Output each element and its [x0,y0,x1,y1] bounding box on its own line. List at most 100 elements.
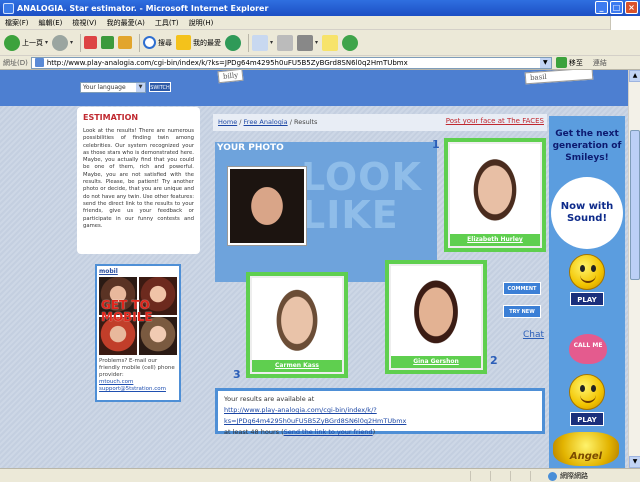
results-line-3: at least 48 hours (Send the link to your… [224,427,536,438]
play-button-2[interactable]: PLAY [570,412,604,426]
favorites-label: 我的最愛 [193,38,222,47]
web-page: billy basil Your language ▼ SWITCH ESTIM… [0,70,628,468]
address-url: http://www.play-analogia.com/cgi-bin/ind… [46,58,408,67]
ie-icon [3,2,14,14]
results-box: Your results are available at http://www… [215,388,545,436]
status-cell [490,471,510,481]
home-button[interactable] [118,32,133,54]
search-icon [143,36,157,49]
menu-edit[interactable]: 編輯(E) [34,18,68,28]
results-url-link[interactable]: http://www.play-analogia.com/cgi-bin/ind… [224,406,406,425]
toolbar-separator [80,33,82,52]
support-email-link[interactable]: support@5tstration.com [99,386,166,392]
chevron-down-icon: ▾ [315,39,319,46]
switch-button[interactable]: SWITCH [149,82,171,92]
home-icon [118,36,133,49]
try-new-button[interactable]: TRY NEW [503,305,541,318]
play-button-1[interactable]: PLAY [570,292,604,306]
breadcrumb: Home / Free Analogia / Results [218,118,317,126]
mobile-link[interactable]: mtouch.com [99,379,133,385]
smiley-mouth [580,275,596,283]
match-1-card[interactable]: Elizabeth Hurley [444,138,546,252]
user-face-image [230,169,304,243]
menu-help[interactable]: 說明(H) [184,18,219,28]
globe-icon [548,471,557,481]
scroll-down-icon[interactable]: ▼ [629,456,640,468]
toolbar: 上一頁 ▾ ▾ 搜尋 我的最愛 ▾ ▾ [0,30,640,56]
discuss-button[interactable] [322,32,339,54]
language-select[interactable]: Your language ▼ [80,82,146,93]
address-input[interactable]: http://www.play-analogia.com/cgi-bin/ind… [30,56,552,69]
edit-button[interactable]: ▾ [297,32,318,54]
match-2-face-image [391,266,481,368]
zone-label: 網際網路 [560,472,588,480]
media-button[interactable] [225,32,242,54]
minimize-button[interactable]: _ [595,1,608,14]
chevron-down-icon[interactable]: ▼ [539,57,551,68]
language-select-value: Your language [83,84,126,91]
send-link-to-friend[interactable]: Send the link to your friend [284,428,373,436]
note-icon [322,34,339,51]
status-cell [470,471,490,481]
back-button[interactable]: 上一頁 ▾ [4,32,48,54]
mail-button[interactable]: ▾ [252,32,273,54]
rank-2-number: 2 [490,354,498,367]
edit-icon [297,34,314,51]
links-button[interactable]: 連結 [593,58,607,68]
security-zone: 網際網路 [548,471,588,481]
ad-burst-text: Now with Sound! [560,201,614,224]
search-button[interactable]: 搜尋 [143,32,172,54]
windows-logo-icon [610,16,640,30]
refresh-icon [101,36,115,49]
go-button[interactable]: 移至 [555,57,583,68]
chevron-down-icon: ▾ [270,39,274,46]
breadcrumb-home[interactable]: Home [218,118,237,126]
go-arrow-icon [555,57,567,68]
match-1-name[interactable]: Elizabeth Hurley [450,234,540,246]
menu-view[interactable]: 檢視(V) [67,18,101,28]
star-icon [176,35,192,50]
smiley-icon [569,374,605,410]
comment-button[interactable]: COMMENT [503,282,541,295]
forward-button[interactable]: ▾ [52,32,73,54]
favorites-button[interactable]: 我的最愛 [176,32,221,54]
chevron-down-icon: ▼ [136,83,145,92]
smiley-eye [580,265,585,272]
close-button[interactable]: × [625,1,638,14]
smileys-ad-banner[interactable]: Get the next generation of Smileys! Now … [549,116,625,468]
mobile-promo[interactable]: mobil GET TO MOBILE Problems? E-mail our… [95,264,181,402]
menu-favorites[interactable]: 我的最愛(A) [102,18,150,28]
match-3-card[interactable]: Carmen Kass [246,272,348,378]
menu-file[interactable]: 檔案(F) [0,18,34,28]
match-2-name[interactable]: Gina Gershon [391,356,481,368]
refresh-button[interactable] [101,32,115,54]
menu-tools[interactable]: 工具(T) [150,18,184,28]
breadcrumb-free-analogia[interactable]: Free Analogia [244,118,288,126]
smiley-eye [580,385,585,392]
estimation-panel: ESTIMATION Look at the results! There ar… [77,107,200,254]
toolbar-separator [139,33,141,52]
mobile-title[interactable]: mobil [99,268,177,275]
messenger-icon [342,34,359,51]
match-3-name[interactable]: Carmen Kass [252,360,342,372]
search-label: 搜尋 [158,38,173,47]
post-face-link[interactable]: Post your face at The FACES [446,117,544,125]
estimation-title: ESTIMATION [83,113,139,122]
maximize-button[interactable]: □ [610,1,623,14]
match-2-card[interactable]: Gina Gershon [385,260,487,374]
stop-icon [84,36,98,49]
scroll-up-icon[interactable]: ▲ [629,70,640,82]
page-icon [34,58,44,67]
forward-arrow-icon [52,34,69,51]
chat-link[interactable]: Chat [523,330,544,340]
messenger-button[interactable] [342,32,359,54]
stop-button[interactable] [84,32,98,54]
vertical-scrollbar[interactable]: ▲ ▼ [628,70,640,468]
scrollbar-thumb[interactable] [630,130,640,280]
print-button[interactable] [277,32,294,54]
match-1-photo: Elizabeth Hurley [448,142,542,248]
back-arrow-icon [4,34,20,51]
call-me-heart-icon: CALL ME [569,334,607,364]
match-3-face-image [252,278,342,372]
results-line-1: Your results are available at [224,395,315,403]
